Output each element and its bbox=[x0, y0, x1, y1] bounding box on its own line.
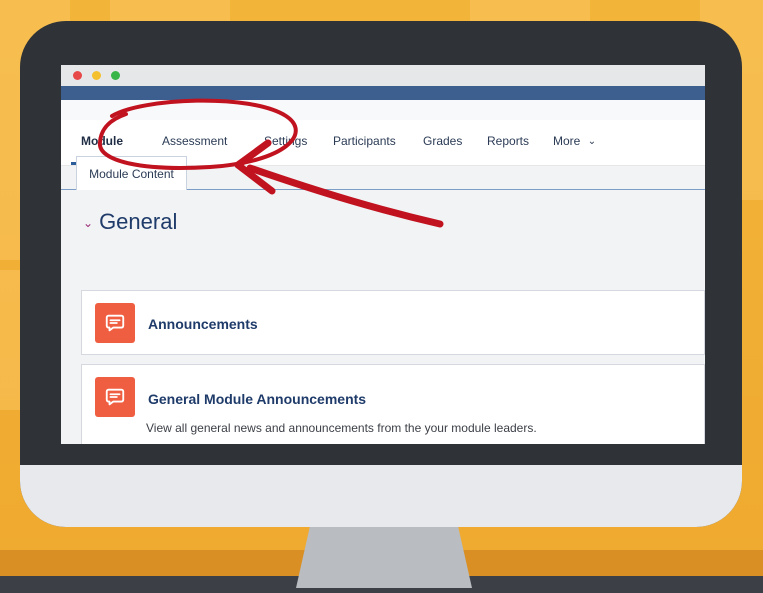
section-title: General bbox=[99, 209, 178, 234]
collapse-chevron-icon[interactable]: ⌄ bbox=[83, 216, 93, 230]
nav-item-settings[interactable]: Settings bbox=[264, 134, 307, 148]
forum-icon bbox=[95, 377, 135, 417]
section-heading[interactable]: ⌄ General bbox=[83, 209, 177, 235]
nav-item-assessment[interactable]: Assessment bbox=[162, 134, 227, 148]
browser-window: Module Assessment Settings Participants … bbox=[61, 65, 705, 444]
nav-item-reports[interactable]: Reports bbox=[487, 134, 529, 148]
forum-icon bbox=[95, 303, 135, 343]
tab-label: Module Content bbox=[89, 166, 174, 181]
monitor-chin bbox=[20, 465, 742, 527]
window-titlebar bbox=[61, 65, 705, 86]
nav-item-grades[interactable]: Grades bbox=[423, 134, 462, 148]
activity-description: View all general news and announcements … bbox=[146, 421, 537, 435]
tab-module-content[interactable]: Module Content bbox=[76, 156, 187, 190]
chevron-down-icon: ⌄ bbox=[587, 136, 597, 147]
nav-item-more[interactable]: More ⌄ bbox=[553, 134, 596, 148]
module-content-area: Module Content ⌄ General Announcements G… bbox=[61, 156, 705, 444]
nav-item-participants[interactable]: Participants bbox=[333, 134, 396, 148]
activity-card[interactable]: Announcements bbox=[81, 290, 705, 355]
nav-item-module[interactable]: Module bbox=[81, 134, 123, 148]
zoom-dot[interactable] bbox=[111, 71, 120, 80]
header-spacer bbox=[61, 100, 705, 120]
activity-title[interactable]: Announcements bbox=[148, 316, 258, 332]
minimize-dot[interactable] bbox=[92, 71, 101, 80]
activity-card[interactable]: General Module Announcements View all ge… bbox=[81, 364, 705, 444]
site-header-bar bbox=[61, 86, 705, 100]
activity-title[interactable]: General Module Announcements bbox=[148, 391, 366, 407]
close-dot[interactable] bbox=[73, 71, 82, 80]
nav-item-more-label: More bbox=[553, 134, 581, 148]
